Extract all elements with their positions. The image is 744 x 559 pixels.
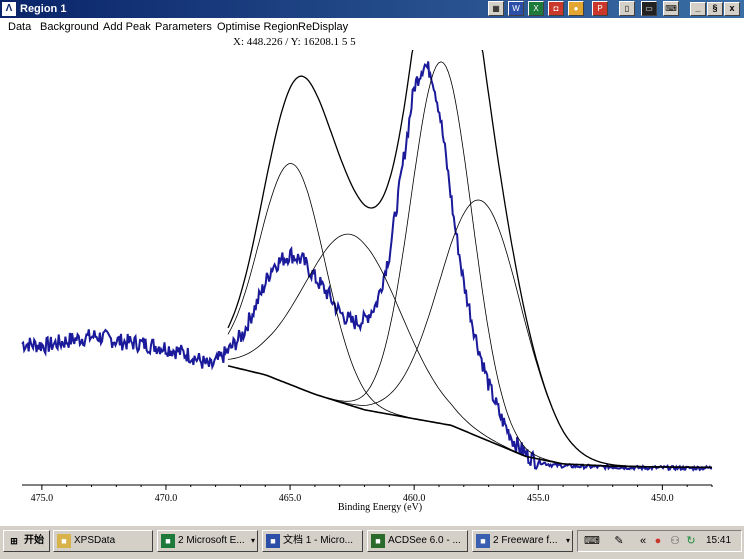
- taskbar-button[interactable]: ■ 文档 1 - Micro...: [262, 530, 363, 552]
- background-line: [227, 365, 712, 469]
- x-tick-label: 475.0: [31, 493, 54, 504]
- menu-add-peak[interactable]: Add Peak: [103, 20, 151, 34]
- x-tick-label: 470.0: [155, 493, 178, 504]
- network-icon[interactable]: ⚇: [668, 534, 682, 548]
- taskbar-button[interactable]: ■ ACDSee 6.0 - ...: [367, 530, 468, 552]
- menu-parameters[interactable]: Parameters: [155, 20, 212, 34]
- powerpoint-icon[interactable]: P: [592, 1, 608, 16]
- acdsee-icon: ■: [371, 534, 385, 548]
- taskbar-button-label: 2 Microsoft E...: [178, 535, 245, 546]
- chevron-down-icon[interactable]: ▾: [251, 531, 255, 551]
- cursor-coordinate-readout: X: 448.226 / Y: 16208.1 5 5: [233, 36, 356, 48]
- peak-component-line: [227, 61, 712, 468]
- taskbar-button-label: XPSData: [74, 535, 116, 546]
- taskbar-button-label: ACDSee 6.0 - ...: [388, 535, 461, 546]
- taskbar: ⊞ 开始 ■ XPSData ■ 2 Microsoft E... ▾ ■ 文档 1 - M…: [0, 525, 744, 559]
- menu-data[interactable]: Data: [8, 20, 31, 34]
- chevron-left-icon[interactable]: «: [636, 534, 650, 548]
- window-title: Region 1: [20, 3, 67, 15]
- keyboard-icon[interactable]: ⌨: [584, 534, 600, 548]
- windows-logo-icon: ⊞: [10, 536, 18, 546]
- folder-icon: ■: [57, 534, 71, 548]
- terminal-icon[interactable]: ▭: [641, 1, 657, 16]
- system-tray: ⌨ ✎ « ● ⚇ ↻ 15:41: [577, 530, 742, 552]
- stamp-icon[interactable]: ◘: [548, 1, 564, 16]
- x-tick-label: 455.0: [527, 493, 550, 504]
- x-axis-ticks: [41, 485, 713, 490]
- peak-components: [227, 61, 712, 468]
- taskbar-button-label: 文档 1 - Micro...: [283, 535, 354, 546]
- taskbar-button[interactable]: ■ 2 Freeware f... ▾: [472, 530, 573, 552]
- word-icon[interactable]: W: [508, 1, 524, 16]
- restore-button[interactable]: §: [707, 2, 723, 16]
- word-icon: ■: [266, 534, 280, 548]
- pen-icon[interactable]: ✎: [612, 534, 626, 548]
- x-tick-label: 465.0: [279, 493, 302, 504]
- peak-component-line: [227, 199, 712, 468]
- xps-spectrum-plot[interactable]: 475.0 470.0 465.0 460.0 455.0 450.0 Binding E…: [0, 50, 744, 520]
- start-label: 开始: [24, 535, 44, 546]
- app-icon[interactable]: Λ: [2, 2, 16, 16]
- menu-optimise-region[interactable]: Optimise Region: [217, 20, 298, 34]
- raw-spectrum-line: [21, 61, 713, 472]
- application-window: Λ Region 1 ▦ W X ◘ ● P ▯ ▭ ⌨ _ § x Data …: [0, 0, 744, 559]
- menu-background[interactable]: Background: [40, 20, 99, 34]
- menu-redisplay[interactable]: ReDisplay: [298, 20, 348, 34]
- minimize-button[interactable]: _: [690, 2, 706, 16]
- chart-icon[interactable]: ▦: [488, 1, 504, 16]
- clock: 15:41: [706, 535, 732, 546]
- x-tick-label: 450.0: [651, 493, 674, 504]
- xpspeak-icon: ■: [476, 534, 490, 548]
- book-icon[interactable]: ▯: [619, 1, 635, 16]
- title-bar[interactable]: Λ Region 1 ▦ W X ◘ ● P ▯ ▭ ⌨ _ § x: [0, 0, 744, 18]
- taskbar-button[interactable]: ■ XPSData: [53, 530, 153, 552]
- excel-icon: ■: [161, 534, 175, 548]
- x-axis-title: Binding Energy (eV): [338, 502, 422, 513]
- start-button[interactable]: ⊞ 开始: [3, 530, 50, 552]
- refresh-icon[interactable]: ↻: [684, 534, 698, 548]
- taskbar-button-label: 2 Freeware f...: [493, 535, 558, 546]
- circle-icon[interactable]: ●: [568, 1, 584, 16]
- menu-bar: Data Background Add Peak Parameters Opti…: [0, 18, 744, 36]
- taskbar-button[interactable]: ■ 2 Microsoft E... ▾: [157, 530, 258, 552]
- chevron-down-icon[interactable]: ▾: [566, 531, 570, 551]
- antivirus-icon[interactable]: ●: [651, 534, 665, 548]
- close-button[interactable]: x: [724, 2, 740, 16]
- keyboard-icon[interactable]: ⌨: [663, 1, 679, 16]
- excel-icon[interactable]: X: [528, 1, 544, 16]
